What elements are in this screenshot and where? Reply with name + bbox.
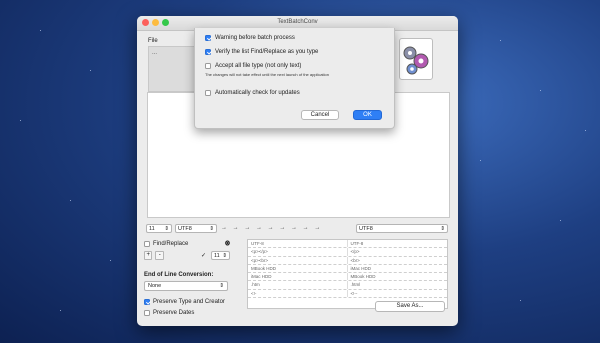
auto-update-label: Automatically check for updates (215, 90, 300, 96)
target-encoding-select[interactable]: UTF8 ⇕ (356, 224, 448, 233)
replace-cell[interactable]: iMac HDD (348, 265, 448, 272)
table-row[interactable]: iMac HDD MBook HDD (248, 273, 448, 282)
file-dots: ... (152, 50, 158, 56)
find-cell[interactable]: MBook HDD (248, 264, 348, 273)
save-as-button[interactable]: Save As... (375, 301, 445, 312)
conversion-arrows: → → → → → → → → → (221, 225, 323, 231)
eol-label: End of Line Conversion: (144, 272, 214, 278)
chevron-down-icon: ⇕ (209, 225, 214, 232)
warning-label: Warning before batch process (215, 35, 295, 41)
find-replace-label: Find/Replace (153, 240, 189, 247)
table-row[interactable]: <!- <!-- (248, 289, 448, 299)
source-encoding-value: UTF8 (178, 225, 192, 232)
options-column: Find/Replace ⓿ + - ✓ 11 ⇕ End of Line Co… (144, 239, 230, 317)
add-rule-button[interactable]: + (144, 251, 153, 260)
verify-label: Verify the list Find/Replace as you type (215, 49, 319, 55)
remove-rule-button[interactable]: - (155, 251, 164, 260)
replace-cell[interactable]: <br> (348, 257, 448, 264)
find-cell[interactable]: <p><br> (248, 256, 348, 264)
restart-note: The changes will not take effect until t… (205, 72, 330, 77)
table-row[interactable]: .htm .html (248, 281, 448, 290)
find-cell[interactable]: <!- (248, 289, 348, 298)
verify-checkbox[interactable] (205, 49, 211, 55)
preserve-dates-label: Preserve Dates (153, 309, 195, 316)
replace-cell[interactable]: <!-- (348, 290, 448, 297)
target-encoding-value: UTF8 (359, 225, 373, 232)
encoding-row: 11 ⇕ UTF8 ⇕ → → → → → → → → → UTF8 ⇕ (146, 224, 449, 234)
table-row[interactable]: <p></p> </p> (248, 248, 448, 257)
replace-cell[interactable]: .html (348, 281, 448, 288)
warning-checkbox[interactable] (205, 35, 211, 41)
cancel-button[interactable]: Cancel (301, 110, 339, 120)
app-gears-icon (399, 38, 433, 80)
preferences-sheet: Warning before batch process Verify the … (194, 28, 395, 129)
file-drop-panel[interactable]: ... (148, 46, 198, 92)
line-count-value: 11 (149, 225, 155, 232)
file-label: File (148, 38, 158, 44)
source-encoding-select[interactable]: UTF8 ⇕ (175, 224, 217, 233)
find-replace-table[interactable]: UTF-8 UTF-8 <p></p> </p> <p><br> <br> MBook… (247, 239, 448, 309)
find-cell[interactable]: .htm (248, 281, 348, 289)
chevron-down-icon: ⇕ (440, 225, 445, 232)
stepper-arrows-icon: ⇕ (222, 252, 227, 259)
preserve-type-checkbox[interactable] (144, 298, 150, 305)
checkmark-icon: ✓ (200, 253, 206, 259)
line-count-stepper[interactable]: 11 ⇕ (146, 224, 172, 233)
find-cell[interactable]: UTF-8 (248, 240, 348, 248)
eol-conversion-select[interactable]: None ⇕ (144, 281, 228, 291)
find-count-value: 11 (214, 252, 220, 259)
find-count-stepper[interactable]: 11 ⇕ (211, 251, 230, 260)
ok-button[interactable]: OK (353, 110, 382, 120)
window-title: TextBatchConv (277, 19, 318, 25)
accept-all-checkbox[interactable] (205, 63, 211, 69)
replace-cell[interactable]: </p> (348, 248, 448, 255)
find-replace-checkbox[interactable] (144, 240, 150, 247)
accept-all-label: Accept all file type (not only text) (215, 63, 302, 69)
stepper-arrows-icon: ⇕ (164, 225, 169, 232)
find-cell[interactable]: <p></p> (248, 248, 348, 256)
table-row[interactable]: UTF-8 UTF-8 (248, 240, 448, 249)
info-icon[interactable]: ⓿ (225, 240, 230, 247)
replace-cell[interactable]: MBook HDD (348, 273, 448, 280)
eol-value: None (148, 283, 162, 289)
replace-cell[interactable]: UTF-8 (348, 240, 448, 247)
chevron-down-icon: ⇕ (219, 283, 224, 289)
preserve-dates-checkbox[interactable] (144, 309, 150, 316)
table-row[interactable]: <p><br> <br> (248, 256, 448, 265)
table-row[interactable]: MBook HDD iMac HDD (248, 264, 448, 274)
find-cell[interactable]: iMac HDD (248, 273, 348, 281)
auto-update-checkbox[interactable] (205, 90, 211, 96)
preserve-type-label: Preserve Type and Creator (153, 298, 225, 305)
